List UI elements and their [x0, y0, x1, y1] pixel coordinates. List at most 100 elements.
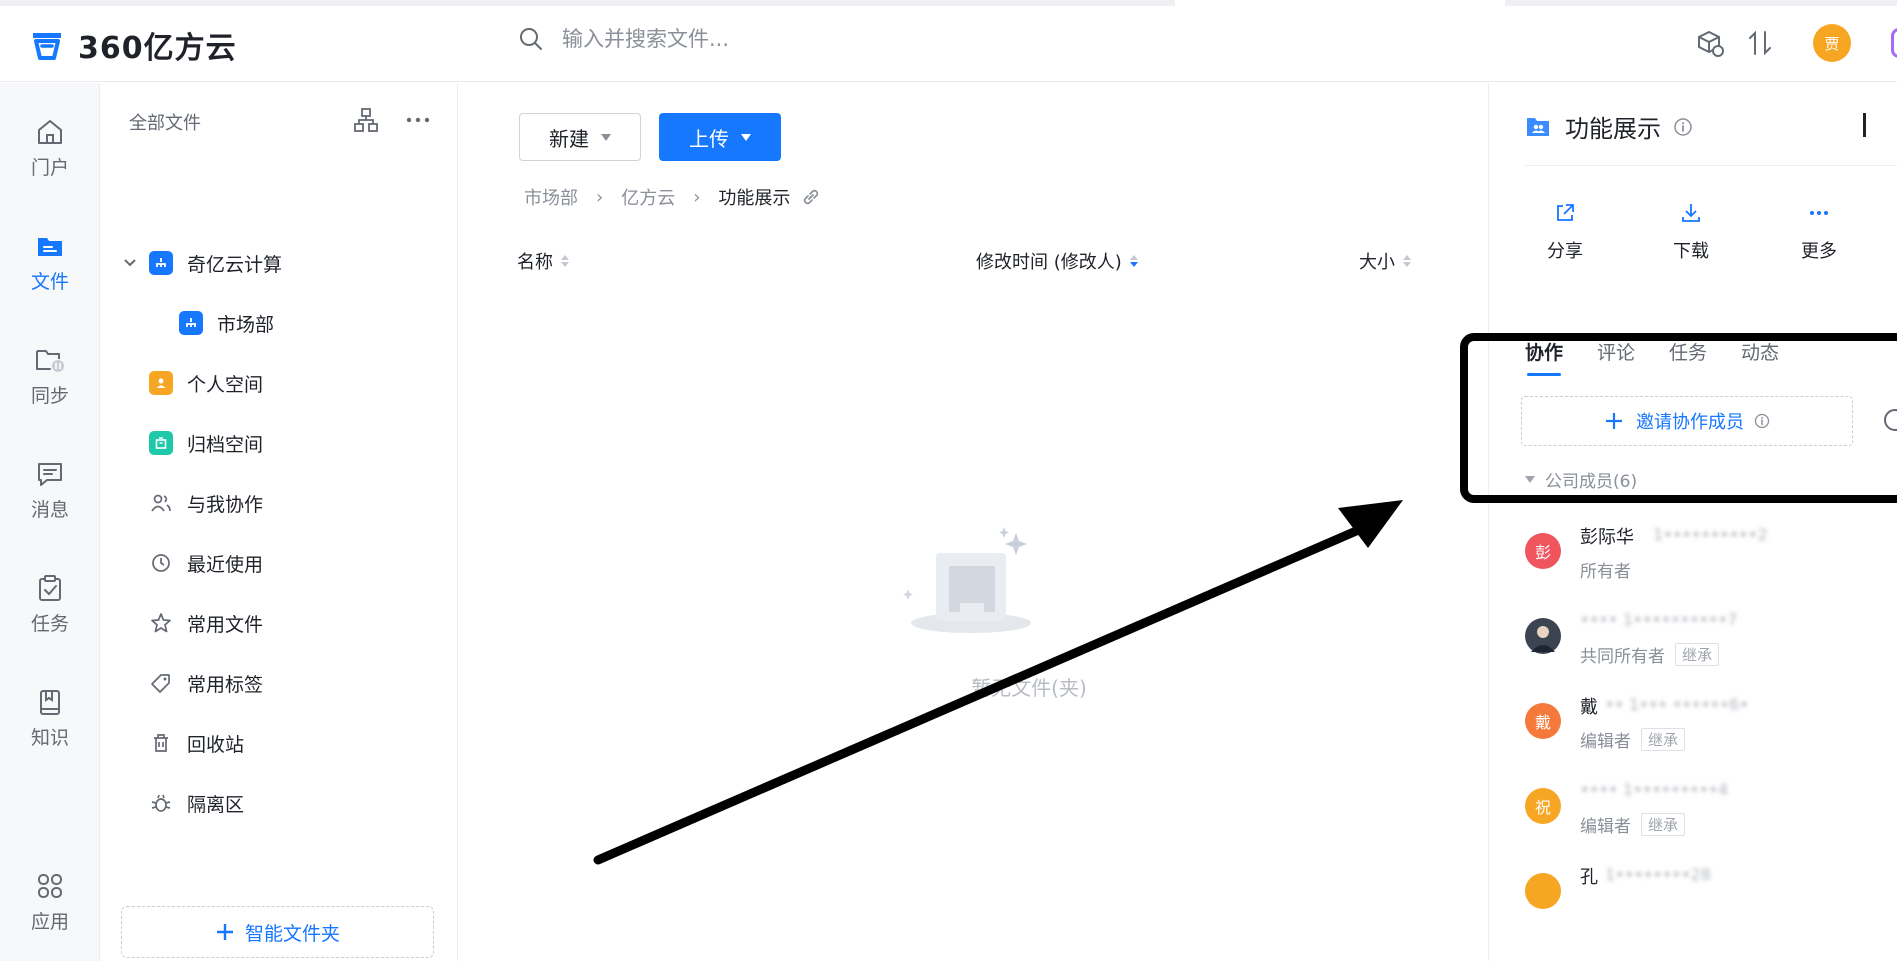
tree-item-shared-with-me[interactable]: 与我协作 [149, 483, 263, 523]
member-row[interactable]: •••• 1••••••••••7 共同所有者 继承 [1525, 608, 1885, 688]
tree-item-recent[interactable]: 最近使用 [149, 543, 263, 583]
share-action[interactable]: 分享 [1525, 201, 1605, 263]
nav-portal-label: 门户 [30, 157, 69, 179]
more-action[interactable]: 更多 [1779, 201, 1859, 263]
column-name-header[interactable]: 名称 [517, 248, 569, 274]
tree-item-company[interactable]: 奇亿云计算 [123, 243, 282, 283]
member-row[interactable]: 彭 彭际华 1••••••••••2 所有者 [1525, 523, 1885, 603]
panel-title: 功能展示 [1525, 109, 1693, 144]
inherit-tag: 继承 [1675, 643, 1720, 666]
nav-sync[interactable]: 同步 [0, 345, 100, 408]
column-modified-header[interactable]: 修改时间 (修改人) [976, 248, 1138, 274]
nav-tasks[interactable]: 任务 [0, 573, 100, 636]
folder-icon [38, 238, 62, 256]
message-icon [38, 463, 62, 486]
tree-item-label: 回收站 [187, 733, 245, 756]
enterprise-space-icon [149, 251, 173, 275]
tree-item-label: 与我协作 [187, 493, 264, 516]
tree-item-label: 常用文件 [187, 613, 264, 636]
tab-activity[interactable]: 动态 [1741, 338, 1779, 365]
tree-item-quarantine[interactable]: 隔离区 [149, 783, 244, 823]
member-row[interactable]: 祝 •••• 1•••••••••4 编辑者 继承 [1525, 778, 1885, 858]
logo-text: 360亿方云 [78, 31, 237, 66]
tab-tasks[interactable]: 任务 [1669, 338, 1707, 365]
breadcrumb-item[interactable]: 亿方云 [621, 184, 675, 210]
empty-folder-illustration [903, 527, 1031, 633]
file-list-area: 新建 上传 市场部 › 亿方云 › 功能展示 名称 修改时间 (修改人) 大小 [459, 83, 1487, 961]
upload-button-label: 上传 [689, 126, 729, 151]
home-icon [38, 120, 62, 144]
app-switch-icon[interactable] [1891, 28, 1897, 58]
transfer-icon[interactable] [1747, 28, 1773, 58]
member-avatar [1525, 618, 1561, 654]
tree-item-favorites[interactable]: 常用文件 [149, 603, 263, 643]
nav-apps-label: 应用 [30, 911, 69, 933]
member-row[interactable]: 戴 戴 •• 1••• ••••••6• 编辑者 继承 [1525, 693, 1885, 773]
search-input[interactable] [562, 27, 962, 51]
download-label: 下载 [1673, 241, 1709, 262]
nav-messages-label: 消息 [30, 499, 69, 521]
tree-item-tags[interactable]: 常用标签 [149, 663, 263, 703]
smart-folder-label: 智能文件夹 [244, 922, 340, 945]
link-icon[interactable] [800, 186, 822, 208]
package-sync-icon[interactable] [1695, 28, 1725, 58]
nav-apps[interactable]: 应用 [0, 871, 100, 934]
sort-desc-icon [1129, 255, 1138, 267]
more-dots-icon[interactable] [405, 107, 431, 133]
search-bar[interactable] [518, 26, 962, 52]
tab-comments[interactable]: 评论 [1597, 338, 1635, 365]
member-group-header[interactable]: 公司成员(6) [1525, 467, 1637, 492]
column-name-label: 名称 [517, 252, 553, 273]
member-avatar [1525, 873, 1561, 909]
member-search-icon[interactable] [1884, 409, 1897, 431]
member-avatar: 彭 [1525, 533, 1561, 569]
archive-space-icon [149, 431, 173, 455]
breadcrumb-item[interactable]: 市场部 [524, 184, 578, 210]
nav-portal[interactable]: 门户 [0, 117, 100, 180]
tree-title: 全部文件 [129, 113, 201, 134]
folder-tree-panel: 全部文件 奇亿云计算 市场部 个人空间 归档空间 与我协作 最近使用 常用文件 … [101, 83, 458, 961]
tree-item-personal[interactable]: 个人空间 [149, 363, 263, 403]
nav-messages[interactable]: 消息 [0, 459, 100, 522]
column-modified-label: 修改时间 (修改人) [976, 252, 1122, 273]
org-structure-icon[interactable] [353, 107, 379, 133]
member-avatar: 祝 [1525, 788, 1561, 824]
caret-down-icon [601, 133, 611, 141]
app-logo[interactable]: 360亿方云 [30, 23, 237, 67]
member-row[interactable]: 孔 1••••••••28 [1525, 863, 1885, 943]
member-name: 彭际华 [1580, 527, 1634, 548]
panel-title-text: 功能展示 [1565, 115, 1661, 143]
tree-item-recycle-bin[interactable]: 回收站 [149, 723, 244, 763]
nav-knowledge[interactable]: 知识 [0, 687, 100, 750]
tree-item-label: 个人空间 [187, 373, 264, 396]
header-actions: 贾 [1695, 24, 1897, 62]
tree-item-label: 常用标签 [187, 673, 264, 696]
search-icon [520, 28, 542, 50]
users-icon [151, 494, 171, 512]
member-role: 编辑者 继承 [1580, 812, 1686, 837]
column-size-header[interactable]: 大小 [1359, 248, 1411, 274]
tree-item-marketing[interactable]: 市场部 [179, 303, 274, 343]
nav-files[interactable]: 文件 [0, 231, 100, 294]
nav-tasks-label: 任务 [30, 613, 69, 635]
download-action[interactable]: 下载 [1651, 201, 1731, 263]
tab-collaboration[interactable]: 协作 [1525, 338, 1563, 376]
member-phone-redacted: 1••••••••28 [1605, 865, 1712, 884]
new-button[interactable]: 新建 [519, 113, 641, 161]
upload-button[interactable]: 上传 [659, 113, 781, 161]
breadcrumb: 市场部 › 亿方云 › 功能展示 [524, 184, 822, 210]
panel-collapse-handle[interactable] [1863, 113, 1866, 137]
user-avatar[interactable]: 贾 [1813, 24, 1851, 62]
member-group-label: 公司成员(6) [1545, 472, 1638, 492]
smart-folder-button[interactable]: 智能文件夹 [121, 906, 434, 958]
task-clipboard-icon [39, 575, 61, 601]
info-icon[interactable] [1673, 117, 1693, 137]
detail-panel: 功能展示 分享 下载 更多 协作 评论 任务 动态 邀请协作成员 公司成员(6)… [1488, 83, 1897, 961]
nav-sync-label: 同步 [30, 385, 69, 407]
chevron-down-icon[interactable] [123, 256, 137, 270]
tree-item-archive[interactable]: 归档空间 [149, 423, 263, 463]
inherit-tag: 继承 [1641, 813, 1686, 836]
info-icon [1754, 413, 1770, 429]
invite-member-button[interactable]: 邀请协作成员 [1521, 396, 1853, 446]
apps-grid-icon [38, 874, 62, 898]
